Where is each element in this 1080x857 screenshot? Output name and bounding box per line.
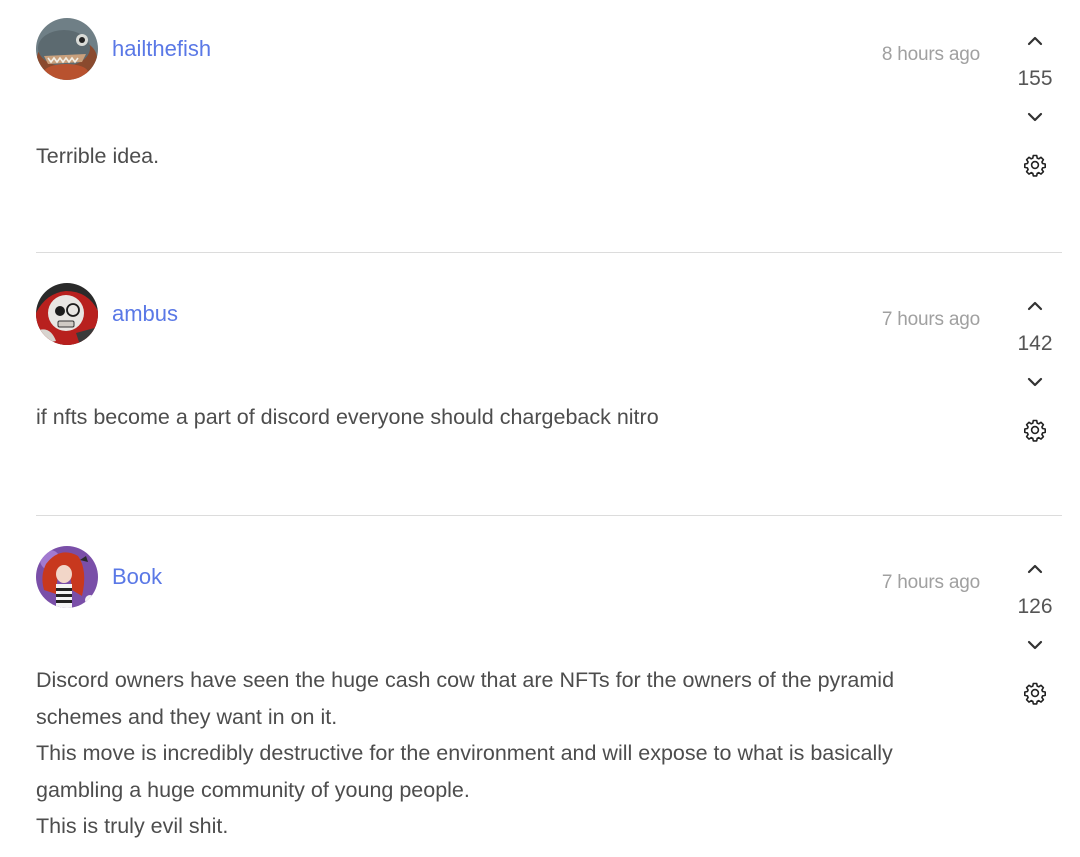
comment-body: if nfts become a part of discord everyon… — [36, 405, 659, 429]
downvote-button[interactable] — [1020, 630, 1050, 660]
vote-column: 126 — [1008, 554, 1062, 708]
vote-column: 142 — [1008, 291, 1062, 445]
avatar[interactable] — [36, 18, 98, 80]
comment-header: Book — [36, 546, 162, 608]
downvote-button[interactable] — [1020, 367, 1050, 397]
comment: hailthefish 8 hours ago 155 Terrible ide… — [36, 0, 1062, 252]
comment-timestamp: 7 hours ago — [881, 309, 980, 330]
chevron-down-icon — [1027, 640, 1043, 650]
chevron-down-icon — [1027, 377, 1043, 387]
username-link[interactable]: Book — [112, 564, 162, 590]
gear-icon — [1024, 682, 1046, 705]
gear-icon — [1024, 419, 1046, 442]
comment-settings-button[interactable] — [1020, 678, 1050, 708]
vote-column: 155 — [1008, 26, 1062, 180]
comment: Book 7 hours ago 126 Discord owners have… — [36, 515, 1062, 838]
comment-header: hailthefish — [36, 18, 211, 80]
upvote-button[interactable] — [1020, 26, 1050, 56]
upvote-button[interactable] — [1020, 291, 1050, 321]
skull-character-avatar-icon — [36, 283, 98, 345]
comment-timestamp: 7 hours ago — [881, 572, 980, 593]
red-haired-girl-avatar-icon — [36, 546, 98, 608]
chevron-up-icon — [1027, 301, 1043, 311]
username-link[interactable]: hailthefish — [112, 36, 211, 62]
downvote-button[interactable] — [1020, 102, 1050, 132]
comment-settings-button[interactable] — [1020, 415, 1050, 445]
avatar[interactable] — [36, 283, 98, 345]
comment-timestamp: 8 hours ago — [881, 44, 980, 65]
vote-score: 142 — [1017, 332, 1053, 355]
chevron-up-icon — [1027, 564, 1043, 574]
upvote-button[interactable] — [1020, 554, 1050, 584]
chevron-down-icon — [1027, 112, 1043, 122]
comment: ambus 7 hours ago 142 if nfts become a p… — [36, 252, 1062, 515]
comment-body: Terrible idea. — [36, 144, 160, 168]
avatar[interactable] — [36, 546, 98, 608]
chevron-up-icon — [1027, 36, 1043, 46]
comment-body: Discord owners have seen the huge cash c… — [36, 668, 895, 838]
username-link[interactable]: ambus — [112, 301, 178, 327]
comment-settings-button[interactable] — [1020, 150, 1050, 180]
fish-avatar-icon — [36, 18, 98, 80]
vote-score: 155 — [1017, 67, 1053, 90]
comment-header: ambus — [36, 283, 178, 345]
vote-score: 126 — [1017, 595, 1053, 618]
gear-icon — [1024, 154, 1046, 177]
